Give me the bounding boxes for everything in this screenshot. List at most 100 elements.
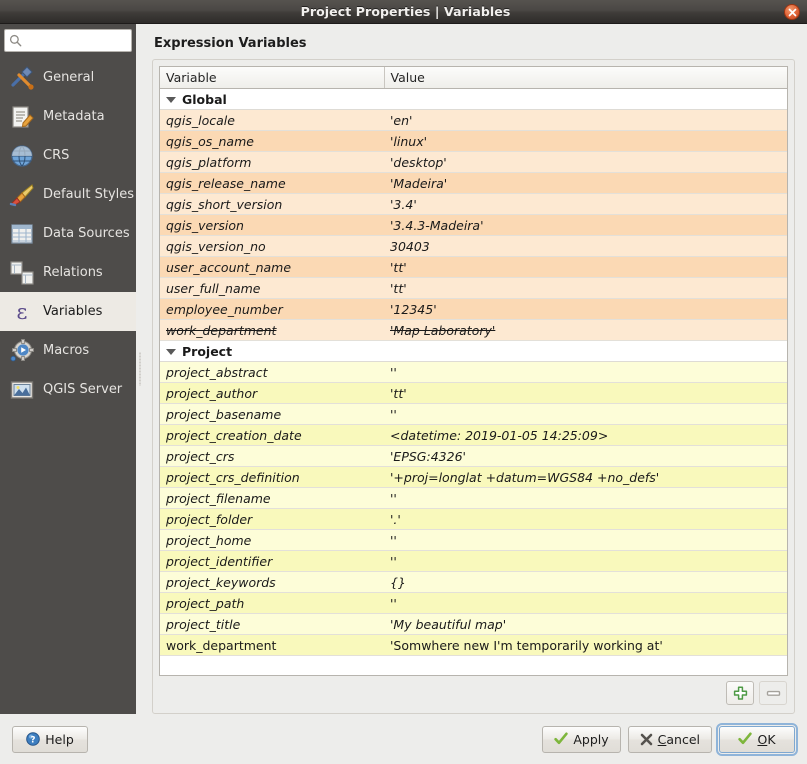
table-empty-area [160,656,787,677]
add-variable-button[interactable] [726,681,754,705]
table-row[interactable]: project_filename '' [160,488,787,509]
variable-value: '' [384,593,787,614]
sidebar-item-label: Variables [43,304,102,319]
variable-name: project_author [160,383,384,404]
hammer-screwdriver-icon [8,64,36,92]
content-pane: Expression Variables Variable Value [144,24,807,714]
table-row[interactable]: work_department 'Map Laboratory' [160,320,787,341]
table-row[interactable]: user_account_name 'tt' [160,257,787,278]
table-row[interactable]: qgis_os_name 'linux' [160,131,787,152]
variable-name: qgis_version [160,215,384,236]
project-properties-dialog: Project Properties | Variables [0,0,807,764]
variable-value: 'linux' [384,131,787,152]
close-icon[interactable] [784,4,800,20]
column-header-variable[interactable]: Variable [160,67,384,89]
sidebar-item-crs[interactable]: CRS [0,136,136,175]
table-row[interactable]: project_path '' [160,593,787,614]
sidebar-item-label: CRS [43,148,69,163]
variable-name: qgis_os_name [160,131,384,152]
table-row[interactable]: qgis_platform 'desktop' [160,152,787,173]
column-header-value[interactable]: Value [384,67,787,89]
table-row[interactable]: qgis_release_name 'Madeira' [160,173,787,194]
variable-name: project_basename [160,404,384,425]
check-icon [738,732,752,746]
variable-value[interactable]: 'Somwhere new I'm temporarily working at… [384,635,787,656]
variable-value: 'tt' [384,257,787,278]
help-button[interactable]: ? Help [12,726,88,753]
group-label: Global [182,92,227,107]
table-row[interactable]: project_home '' [160,530,787,551]
help-button-label: Help [45,732,74,747]
table-row[interactable]: project_crs 'EPSG:4326' [160,446,787,467]
svg-text:ɛ: ɛ [17,300,28,324]
table-row[interactable]: project_author 'tt' [160,383,787,404]
variable-value: 'My beautiful map' [384,614,787,635]
variable-value: '+proj=longlat +datum=WGS84 +no_defs' [384,467,787,488]
sidebar-item-relations[interactable]: Relations [0,253,136,292]
variable-name: qgis_version_no [160,236,384,257]
table-row[interactable]: project_crs_definition '+proj=longlat +d… [160,467,787,488]
variable-value: '' [384,488,787,509]
sidebar-item-variables[interactable]: ɛ Variables [0,292,136,331]
page-title: Expression Variables [154,36,795,51]
sidebar-item-label: QGIS Server [43,382,122,397]
sidebar-item-label: General [43,70,94,85]
sidebar-search [0,29,136,58]
chevron-down-icon[interactable] [166,349,176,355]
search-box[interactable] [4,29,132,52]
check-icon [554,732,568,746]
table-row[interactable]: project_keywords {} [160,572,787,593]
variable-name: qgis_release_name [160,173,384,194]
variable-name: project_path [160,593,384,614]
apply-button[interactable]: Apply [542,726,620,753]
help-icon: ? [26,732,40,746]
cancel-button-label: Cancel [658,732,700,747]
sidebar-splitter[interactable] [136,24,144,714]
table-row[interactable]: qgis_short_version '3.4' [160,194,787,215]
group-row-global[interactable]: Global [160,89,787,110]
cross-icon [640,733,653,746]
table-row[interactable]: user_full_name 'tt' [160,278,787,299]
table-row-editable[interactable]: work_department 'Somwhere new I'm tempor… [160,635,787,656]
sidebar-item-default-styles[interactable]: Default Styles [0,175,136,214]
sidebar-item-qgis-server[interactable]: QGIS Server [0,370,136,409]
chevron-down-icon[interactable] [166,97,176,103]
variable-value: 'EPSG:4326' [384,446,787,467]
variable-value: '12345' [384,299,787,320]
variables-table-body: Global qgis_locale 'en' qgis_os_name 'li… [160,89,787,677]
dialog-body: General Metadata [0,24,807,714]
sidebar-item-data-sources[interactable]: Data Sources [0,214,136,253]
variable-name: project_keywords [160,572,384,593]
table-row[interactable]: qgis_version_no 30403 [160,236,787,257]
table-row[interactable]: project_creation_date <datetime: 2019-01… [160,425,787,446]
table-row[interactable]: project_title 'My beautiful map' [160,614,787,635]
sidebar-item-metadata[interactable]: Metadata [0,97,136,136]
group-cell-global: Global [160,89,787,110]
sidebar-item-label: Relations [43,265,103,280]
sidebar-nav: General Metadata [0,58,136,409]
table-row[interactable]: qgis_locale 'en' [160,110,787,131]
table-row[interactable]: project_identifier '' [160,551,787,572]
apply-button-label: Apply [573,732,608,747]
variable-value: '' [384,404,787,425]
group-row-project[interactable]: Project [160,341,787,362]
variable-value: '' [384,362,787,383]
table-row[interactable]: project_folder '.' [160,509,787,530]
remove-variable-button[interactable] [759,681,787,705]
variable-name: qgis_locale [160,110,384,131]
table-row[interactable]: employee_number '12345' [160,299,787,320]
table-row[interactable]: project_basename '' [160,404,787,425]
table-icon [8,220,36,248]
variable-name: user_full_name [160,278,384,299]
cancel-button[interactable]: Cancel [628,726,712,753]
table-row[interactable]: project_abstract '' [160,362,787,383]
sidebar-item-macros[interactable]: Macros [0,331,136,370]
variable-name[interactable]: work_department [160,635,384,656]
sidebar-item-general[interactable]: General [0,58,136,97]
sidebar-item-label: Metadata [43,109,105,124]
svg-text:?: ? [31,735,36,745]
search-input[interactable] [24,33,127,49]
ok-button[interactable]: OK [719,726,795,753]
table-row[interactable]: qgis_version '3.4.3-Madeira' [160,215,787,236]
search-icon [9,34,22,47]
